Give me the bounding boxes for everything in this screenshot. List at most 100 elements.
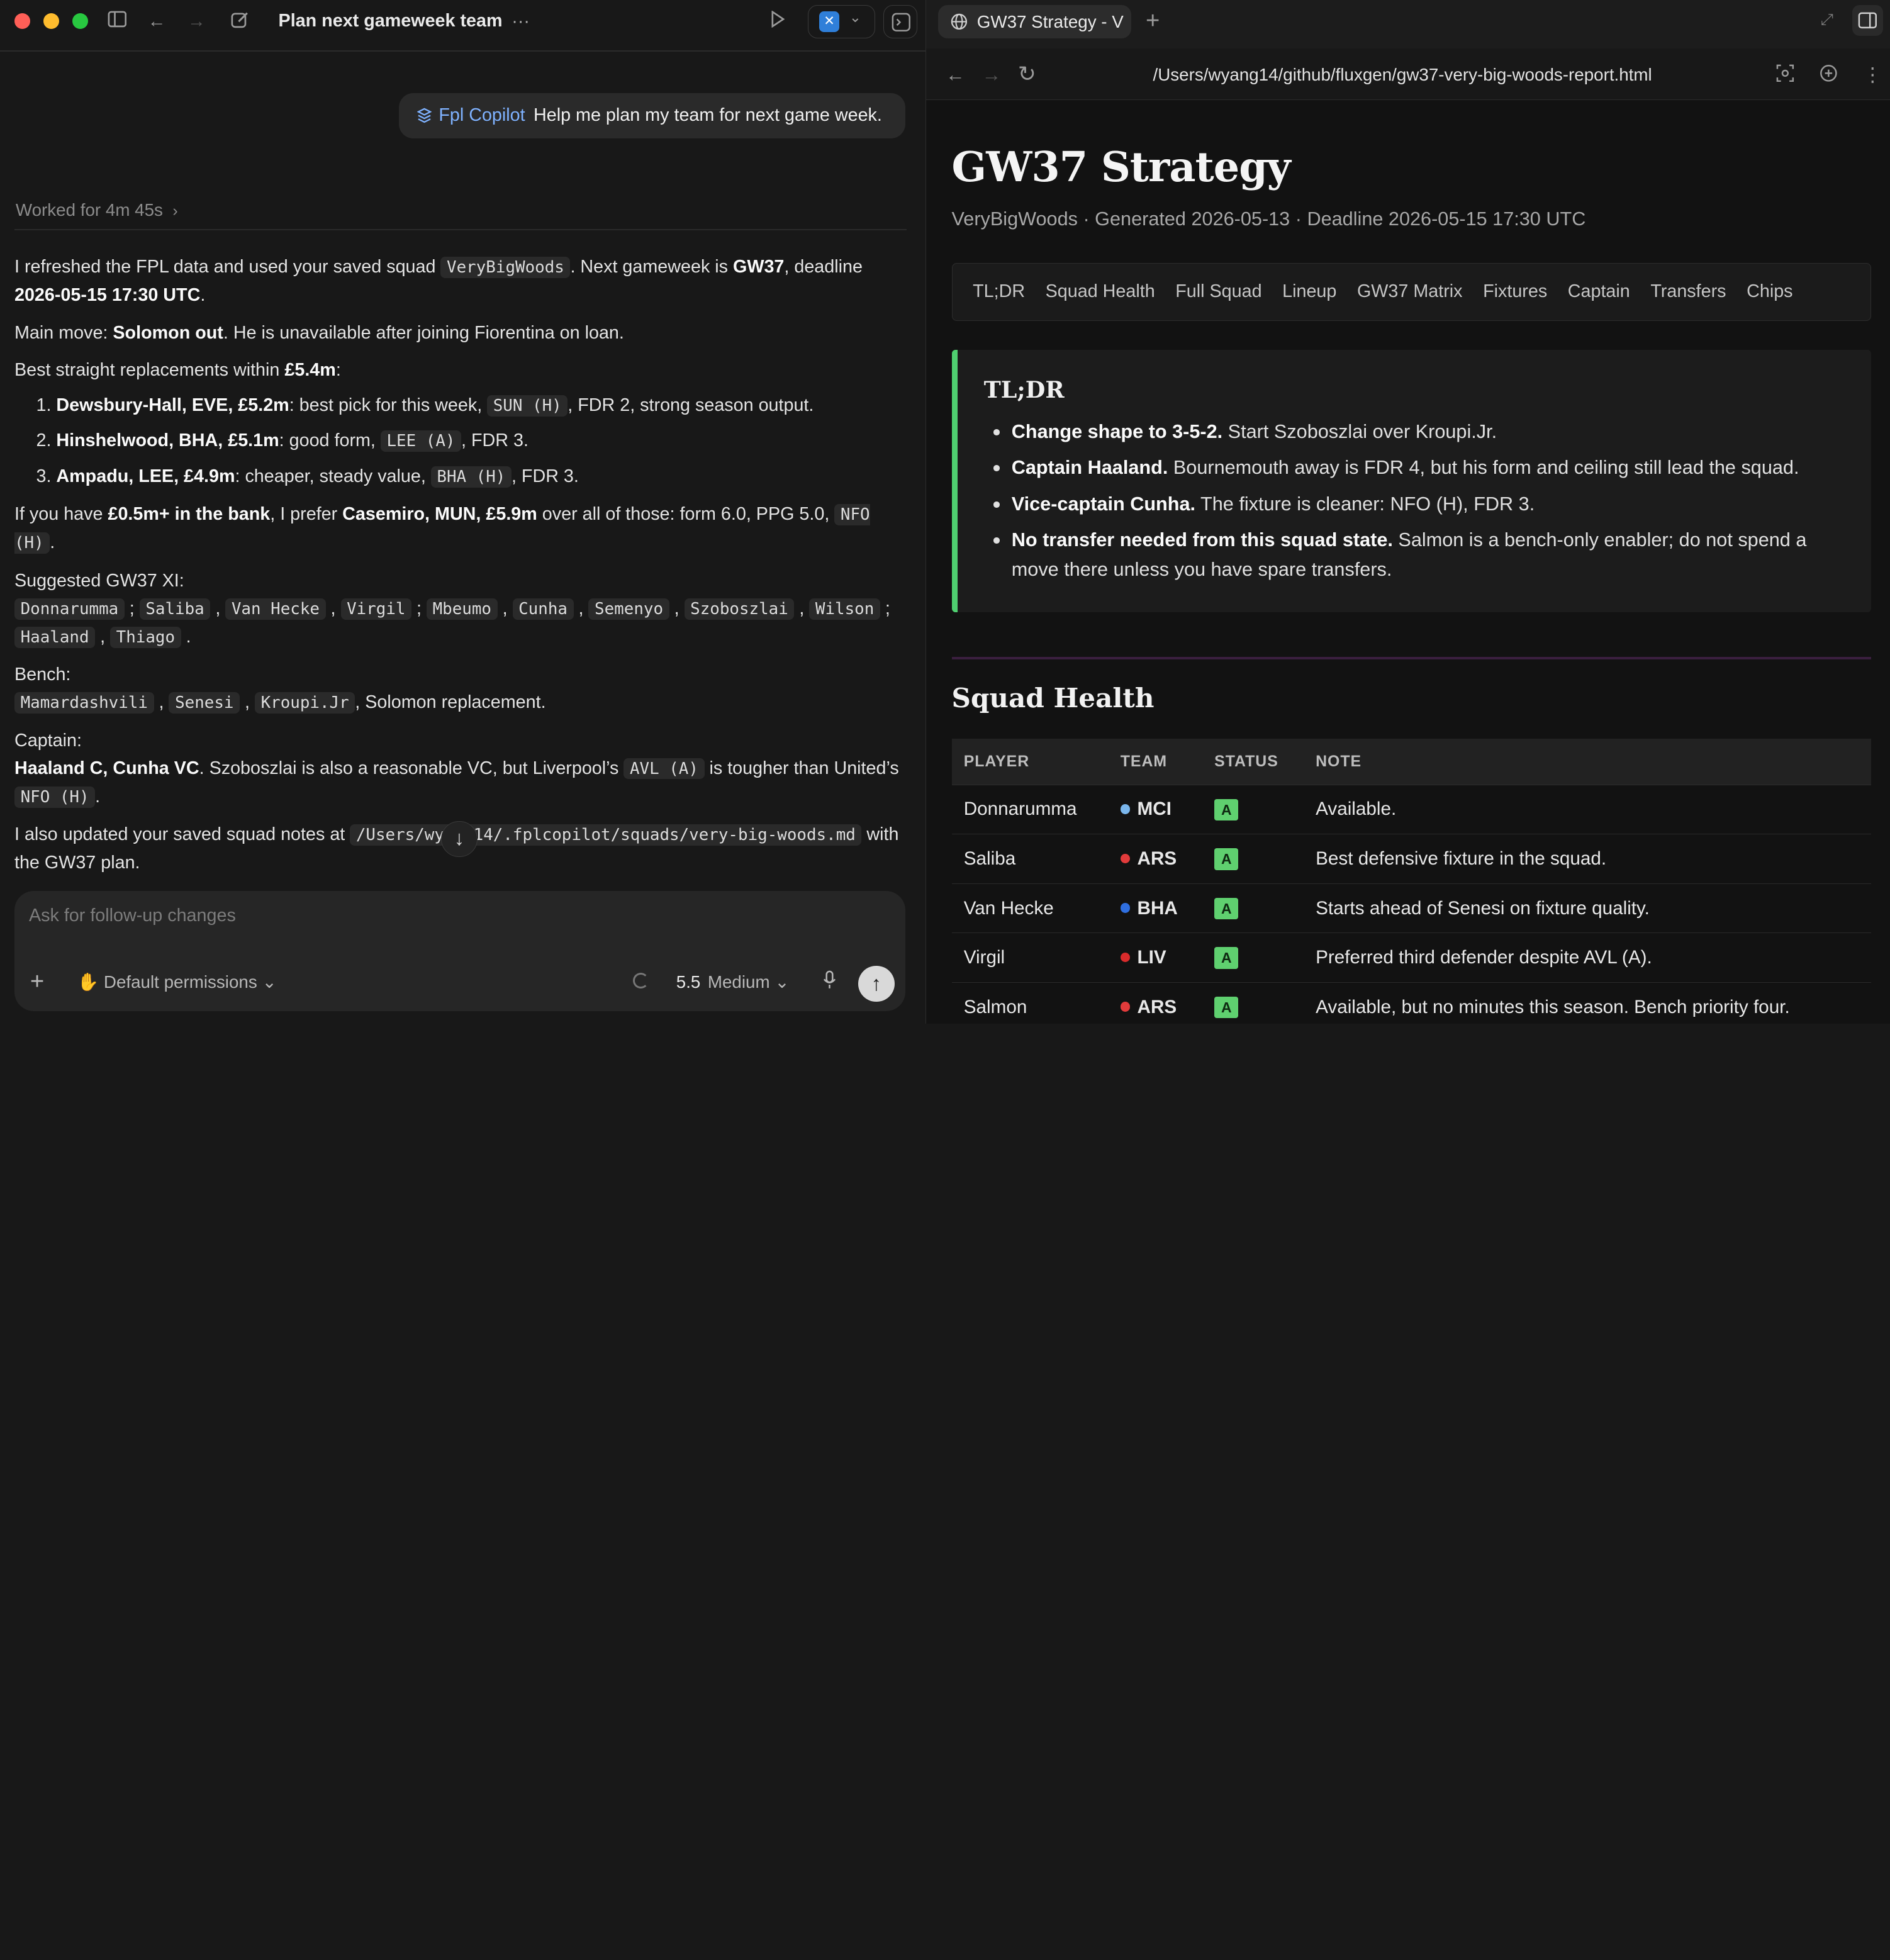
section-title: Squad Health [951,682,1155,714]
team-code: ARS [1137,848,1177,869]
player-cell: Van Hecke [951,883,1109,934]
status-badge: A [1214,897,1239,920]
note-cell: Preferred third defender despite AVL (A)… [1303,932,1872,983]
tldr-heading: TL;DR [983,376,1065,403]
list-item: 3. Ampadu, LEE, £4.9m: cheaper, steady v… [36,466,579,488]
list-item: Vice-captain Cunha. The fixture is clean… [987,490,1855,519]
close-window-button[interactable] [14,13,30,29]
model-selector[interactable]: 5.5 Medium ⌄ [676,972,790,992]
worked-duration[interactable]: Worked for 4m 45s › [16,200,178,220]
browser-tab-bar: GW37 Strategy - V + ⤢ [926,0,1890,48]
note-cell: Best defensive fixture in the squad. [1303,834,1872,884]
send-button[interactable]: ↑ [858,965,895,1002]
chevron-right-icon: › [172,202,178,220]
table-row: Virgil LIV A Preferred third defender despi… [951,932,1872,983]
browser-forward-icon[interactable]: → [981,64,1001,86]
browser-back-icon[interactable]: ← [946,64,965,86]
zoom-window-button[interactable] [72,13,88,29]
arrow-up-icon: ↑ [871,972,881,995]
loading-spinner-icon [632,973,649,988]
permissions-dropdown[interactable]: ✋ Default permissions ⌄ [77,972,277,992]
add-context-icon[interactable] [1820,64,1838,87]
nav-link-full-squad[interactable]: Full Squad [1175,281,1261,302]
sidebar-toggle-icon[interactable] [106,11,128,32]
assistant-answer: I refreshed the FPL data and used your s… [14,253,904,886]
browser-tab[interactable]: GW37 Strategy - V [938,4,1131,39]
new-chat-icon[interactable] [229,11,250,32]
screenshot-icon[interactable] [1776,64,1794,87]
chat-pane: ← → Plan next gameweek team ··· ✕ ⌄ Fpl … [0,0,926,1024]
team-color-dot [1120,804,1131,814]
player-cell: Salmon [951,982,1109,1024]
nav-link-captain[interactable]: Captain [1568,281,1630,302]
forward-arrow-icon[interactable]: → [186,11,207,32]
follow-up-input[interactable]: Ask for follow-up changes [29,905,236,926]
more-vertical-icon[interactable]: ⋮ [1863,64,1882,86]
nav-link-tldr[interactable]: TL;DR [973,281,1025,302]
thread-title: Plan next gameweek team [278,11,503,31]
sidebar-panel-button[interactable] [1852,4,1884,36]
divider [14,229,907,230]
team-code: ARS [1137,996,1177,1017]
nav-link-lineup[interactable]: Lineup [1282,281,1336,302]
nav-link-transfers[interactable]: Transfers [1650,281,1726,302]
note-cell: Available. [1303,785,1872,835]
hand-icon: ✋ [77,972,99,992]
list-item: Change shape to 3-5-2. Start Szoboszlai … [987,417,1855,447]
column-header: PLAYER [951,739,1109,785]
column-header: TEAM [1108,739,1203,785]
captain-pick: Captain: Haaland C, Cunha VC. Szoboszlai… [14,730,899,808]
skill-tag[interactable]: Fpl Copilot [439,105,525,126]
status-cell: A [1202,834,1304,884]
reload-icon[interactable]: ↻ [1018,62,1036,87]
nav-link-chips[interactable]: Chips [1747,281,1792,302]
more-options-icon[interactable]: ··· [510,11,531,32]
open-in-editor-button[interactable]: ✕ ⌄ [807,4,875,39]
team-color-dot [1120,1002,1131,1012]
status-cell: A [1202,982,1304,1024]
section-nav: TL;DR Squad Health Full Squad Lineup GW3… [951,262,1872,321]
nav-link-squad-health[interactable]: Squad Health [1046,281,1155,302]
replacement-list: 1. Dewsbury-Hall, EVE, £5.2m: best pick … [36,391,903,491]
player-cell: Saliba [951,834,1109,884]
status-cell: A [1202,883,1304,934]
list-item: 1. Dewsbury-Hall, EVE, £5.2m: best pick … [36,395,814,417]
status-badge: A [1214,947,1239,969]
player-cell: Virgil [951,932,1109,983]
microphone-icon[interactable] [822,970,837,995]
divider [0,50,926,52]
tldr-card: TL;DR Change shape to 3-5-2. Start Szobo… [951,349,1872,613]
table-row: Saliba ARS A Best defensive fixture in the … [951,834,1872,884]
tab-title: GW37 Strategy - V [976,11,1124,31]
address-bar: ← → ↻ /Users/wyang14/github/fluxgen/gw37… [926,48,1890,100]
player-cell: Donnarumma [951,785,1109,835]
team-color-dot [1120,903,1131,913]
add-attachment-button[interactable]: + [30,968,44,995]
table-row: Donnarumma MCI A Available. [951,785,1872,835]
nav-link-gw37-matrix[interactable]: GW37 Matrix [1357,281,1463,302]
user-message: Fpl Copilot Help me plan my team for nex… [399,92,905,139]
composer: Ask for follow-up changes + ✋ Default pe… [14,890,905,1012]
scroll-down-button[interactable]: ↓ [441,820,478,858]
back-arrow-icon[interactable]: ← [146,11,167,32]
new-tab-button[interactable]: + [1146,7,1160,35]
suggested-xi: Suggested GW37 XI: Donnarumma ; Saliba ,… [14,570,890,648]
squad-health-table: PLAYER TEAM STATUS NOTE Donnarumma MCI A Av… [951,739,1872,1024]
worked-label: Worked for 4m 45s [15,200,163,220]
app-window: ← → Plan next gameweek team ··· ✕ ⌄ Fpl … [0,0,1890,1024]
chevron-down-icon: ⌄ [262,972,277,992]
table-row: Salmon ARS A Available, but no minutes this… [951,982,1872,1024]
answer-paragraph: I refreshed the FPL data and used your s… [14,257,863,306]
expand-icon[interactable]: ⤢ [1821,11,1833,29]
list-item: Captain Haaland. Bournemouth away is FDR… [987,453,1855,483]
minimize-window-button[interactable] [43,13,59,29]
nav-link-fixtures[interactable]: Fixtures [1483,281,1547,302]
terminal-icon [892,13,910,32]
terminal-toggle-button[interactable] [883,4,917,39]
url-field[interactable]: /Users/wyang14/github/fluxgen/gw37-very-… [1153,65,1652,85]
file-path-code[interactable]: /Users/wyang14/.fplcopilot/squads/very-b… [350,824,862,846]
status-badge: A [1214,848,1239,870]
layers-icon [417,108,432,123]
run-icon[interactable] [766,10,788,32]
answer-paragraph: If you have £0.5m+ in the bank, I prefer… [14,504,870,554]
